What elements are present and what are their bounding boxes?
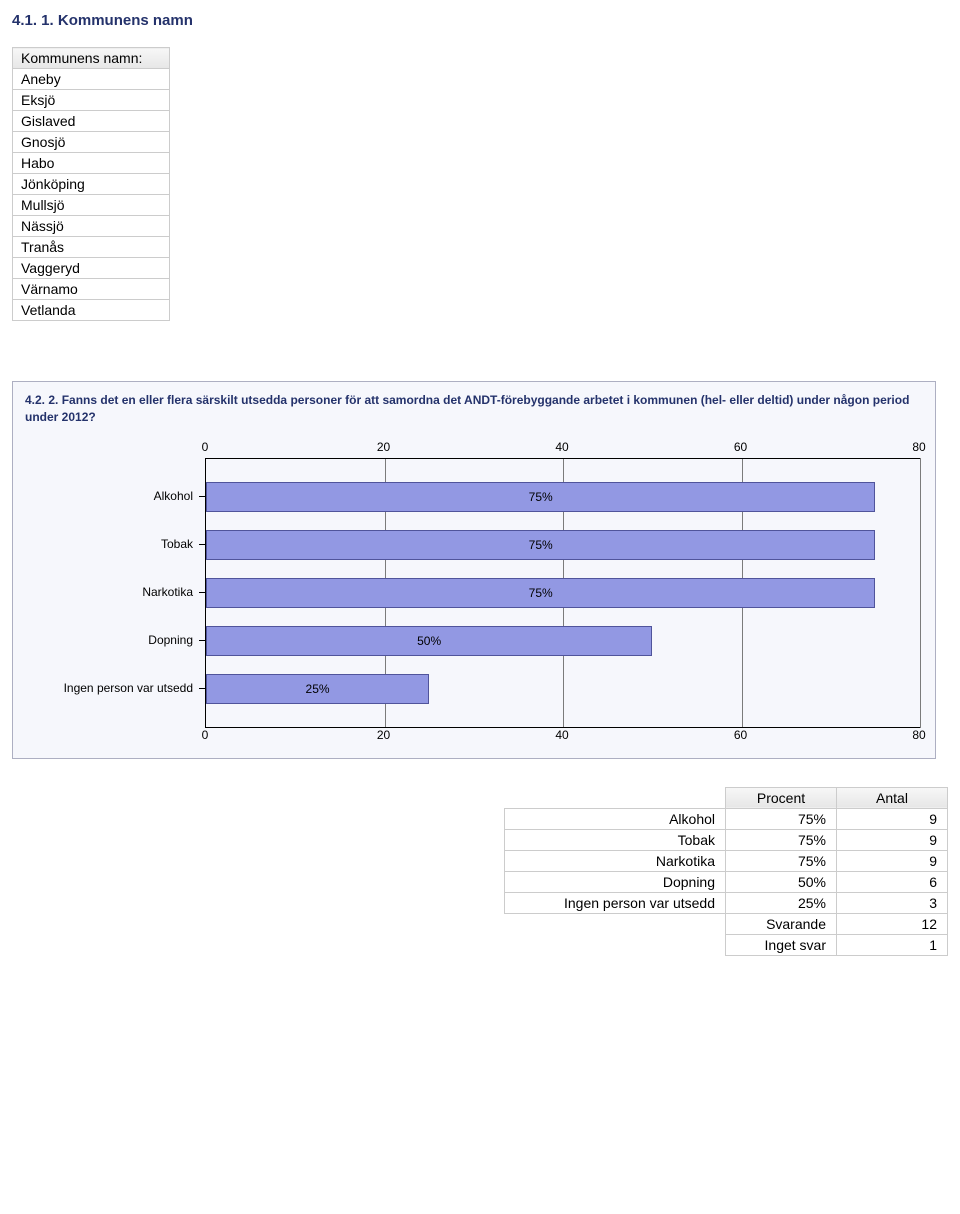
table-row-label: Narkotika [505,850,726,871]
section-title: 4.1. 1. Kommunens namn [12,12,948,29]
table-row-antal: 3 [837,892,948,913]
col-header-procent: Procent [726,787,837,808]
chart-bar: 25% [206,674,429,704]
table-row: Vaggeryd [13,258,170,279]
table-row-label: Alkohol [505,808,726,829]
axis-top: 020406080 [205,440,919,458]
chart-bar: 75% [206,530,875,560]
table-row: Gislaved [13,111,170,132]
footer-value: 12 [837,913,948,934]
table-row-procent: 50% [726,871,837,892]
axis-tick: 80 [912,440,925,454]
table-row: Jönköping [13,174,170,195]
table-row-antal: 9 [837,808,948,829]
table-row-antal: 9 [837,850,948,871]
axis-tick: 40 [555,728,568,742]
category-label: Ingen person var utsedd [21,664,205,712]
table-row-procent: 75% [726,850,837,871]
table-header: Kommunens namn: [13,48,170,69]
table-row-label: Dopning [505,871,726,892]
plot-area: 75% 75% 75% 50% 25% [205,458,921,728]
category-label: Tobak [21,520,205,568]
footer-value: 1 [837,934,948,955]
table-row: Värnamo [13,279,170,300]
footer-label: Inget svar [726,934,837,955]
axis-tick: 40 [555,440,568,454]
kommun-name-table: Kommunens namn: AnebyEksjöGislavedGnosjö… [12,47,170,321]
table-row: Vetlanda [13,300,170,321]
axis-tick: 20 [377,728,390,742]
chart-title: 4.2. 2. Fanns det en eller flera särskil… [25,392,923,426]
table-row: Eksjö [13,90,170,111]
table-row-procent: 75% [726,808,837,829]
category-label: Alkohol [21,472,205,520]
axis-bottom: 020406080 [205,728,919,746]
category-column: AlkoholTobakNarkotikaDopningIngen person… [21,458,205,728]
table-row: Habo [13,153,170,174]
table-row: Aneby [13,69,170,90]
data-table: Procent Antal Alkohol75%9 Tobak75%9 Narkot… [504,787,948,956]
axis-tick: 60 [734,728,747,742]
table-row-procent: 25% [726,892,837,913]
axis-tick: 20 [377,440,390,454]
table-row-label: Tobak [505,829,726,850]
table-row-antal: 9 [837,829,948,850]
table-row-label: Ingen person var utsedd [505,892,726,913]
axis-tick: 0 [202,728,209,742]
table-row: Nässjö [13,216,170,237]
col-header-antal: Antal [837,787,948,808]
axis-tick: 60 [734,440,747,454]
chart-bar: 75% [206,482,875,512]
table-row: Gnosjö [13,132,170,153]
table-row: Tranås [13,237,170,258]
chart-bar: 50% [206,626,652,656]
chart-container: 4.2. 2. Fanns det en eller flera särskil… [12,381,936,759]
footer-label: Svarande [726,913,837,934]
axis-tick: 80 [912,728,925,742]
table-row-antal: 6 [837,871,948,892]
axis-tick: 0 [202,440,209,454]
table-row-procent: 75% [726,829,837,850]
category-label: Dopning [21,616,205,664]
category-label: Narkotika [21,568,205,616]
table-row: Mullsjö [13,195,170,216]
chart-bar: 75% [206,578,875,608]
